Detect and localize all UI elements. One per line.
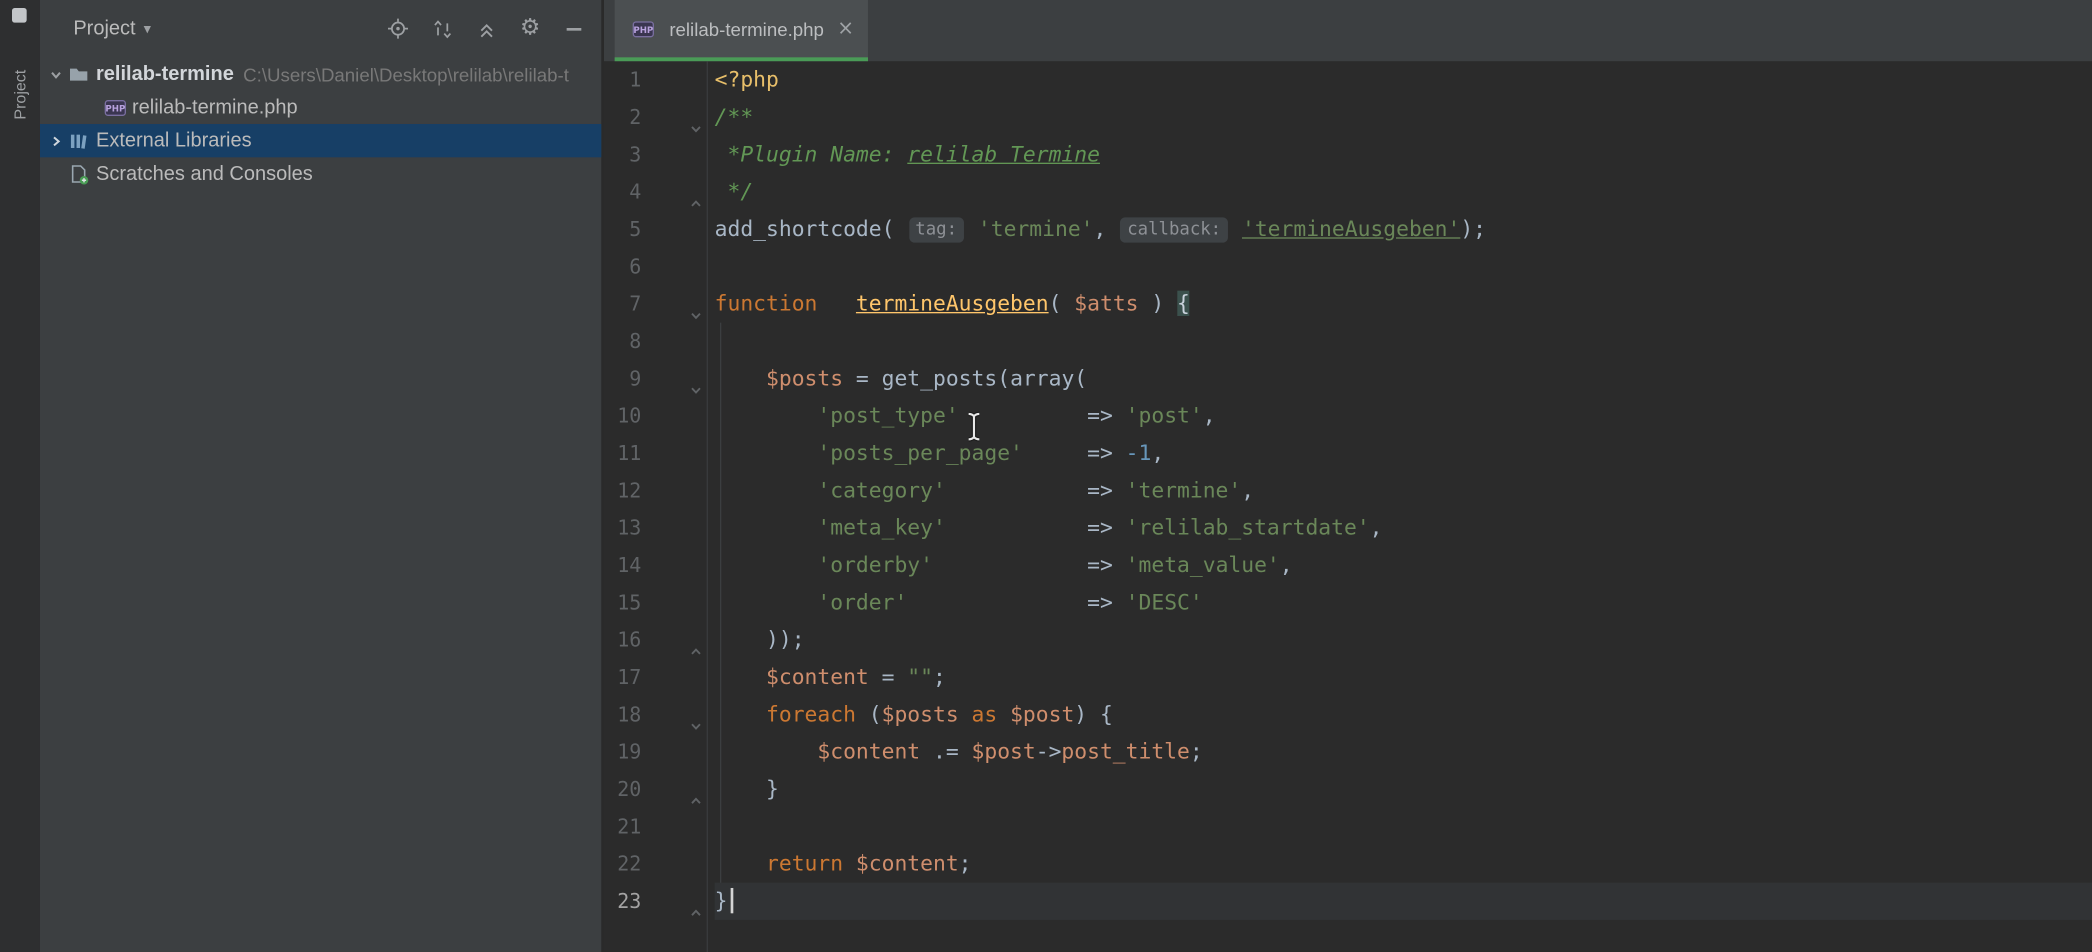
code-line-1: <?php bbox=[715, 61, 2092, 98]
ide-window: Project Project ▾ ⚙ relilab-termine C:\Us… bbox=[0, 0, 2092, 952]
app-icon bbox=[12, 8, 27, 23]
tree-item-file-relilab-termine-php[interactable]: PHP relilab-termine.php bbox=[40, 91, 603, 124]
line-number[interactable]: 19 bbox=[604, 733, 707, 770]
code-line-9: $posts = get_posts(array( bbox=[715, 360, 2092, 397]
code-editor[interactable]: 1234567891011121314151617181920212223 <?… bbox=[604, 61, 2092, 952]
code-line-11: 'posts_per_page' => -1, bbox=[715, 435, 2092, 472]
tab-label: relilab-termine.php bbox=[669, 18, 824, 39]
scratch-icon bbox=[67, 163, 91, 184]
tab-relilab-termine-php[interactable]: PHP relilab-termine.php × bbox=[615, 0, 868, 61]
line-number[interactable]: 13 bbox=[604, 509, 707, 546]
code-line-20: } bbox=[715, 771, 2092, 808]
project-stripe-button[interactable]: Project bbox=[11, 70, 30, 120]
code-line-16: )); bbox=[715, 621, 2092, 658]
chevron-down-icon[interactable] bbox=[45, 66, 66, 82]
line-number[interactable]: 10 bbox=[604, 397, 707, 434]
project-tree: relilab-termine C:\Users\Daniel\Desktop\r… bbox=[40, 57, 603, 190]
line-number[interactable]: 5 bbox=[604, 211, 707, 248]
project-panel-title[interactable]: Project bbox=[73, 17, 135, 40]
line-number[interactable]: 9 bbox=[604, 360, 707, 397]
code-line-3: *Plugin Name: relilab Termine bbox=[715, 136, 2092, 173]
line-number[interactable]: 22 bbox=[604, 845, 707, 882]
tree-item-label: relilab-termine bbox=[96, 63, 234, 86]
fold-up-icon[interactable] bbox=[689, 895, 702, 932]
line-number[interactable]: 16 bbox=[604, 621, 707, 658]
tree-item-label: Scratches and Consoles bbox=[96, 163, 313, 186]
code-line-17: $content = ""; bbox=[715, 659, 2092, 696]
php-file-icon: PHP bbox=[103, 97, 127, 118]
code-line-10: 'post_type' => 'post', bbox=[715, 397, 2092, 434]
line-number[interactable]: 7 bbox=[604, 285, 707, 322]
editor-caret bbox=[730, 888, 733, 913]
code-line-6 bbox=[715, 248, 2092, 285]
line-number[interactable]: 8 bbox=[604, 323, 707, 360]
parameter-hint: tag: bbox=[909, 217, 964, 242]
editor-area: PHP relilab-termine.php × 12345678910111… bbox=[604, 0, 2092, 952]
line-number[interactable]: 12 bbox=[604, 472, 707, 509]
chevron-down-icon[interactable]: ▾ bbox=[144, 20, 151, 37]
locate-opened-file-icon[interactable] bbox=[387, 17, 410, 40]
folder-icon bbox=[67, 63, 91, 84]
code-line-13: 'meta_key' => 'relilab_startdate', bbox=[715, 509, 2092, 546]
line-number[interactable]: 1 bbox=[604, 61, 707, 98]
line-number[interactable]: 3 bbox=[604, 136, 707, 173]
code-line-15: 'order' => 'DESC' bbox=[715, 584, 2092, 621]
collapse-all-icon[interactable] bbox=[475, 17, 498, 40]
php-file-icon: PHP bbox=[631, 18, 655, 39]
line-number[interactable]: 15 bbox=[604, 584, 707, 621]
line-number[interactable]: 4 bbox=[604, 173, 707, 210]
close-icon[interactable]: × bbox=[837, 19, 854, 39]
svg-text:PHP: PHP bbox=[633, 25, 653, 35]
code-line-7: function termineAusgeben( $atts ) { bbox=[715, 285, 2092, 322]
expand-collapse-icon[interactable] bbox=[431, 17, 454, 40]
parameter-hint: callback: bbox=[1121, 217, 1228, 242]
code-line-19: $content .= $post->post_title; bbox=[715, 733, 2092, 770]
line-number[interactable]: 20 bbox=[604, 771, 707, 808]
line-number[interactable]: 17 bbox=[604, 659, 707, 696]
library-icon bbox=[67, 130, 91, 151]
code-line-18: foreach ($posts as $post) { bbox=[715, 696, 2092, 733]
code-line-4: */ bbox=[715, 173, 2092, 210]
chevron-right-icon[interactable] bbox=[45, 133, 66, 149]
code-line-21 bbox=[715, 808, 2092, 845]
code-content[interactable]: <?php/** *Plugin Name: relilab Termine *… bbox=[715, 61, 2092, 920]
line-number[interactable]: 18 bbox=[604, 696, 707, 733]
code-line-8 bbox=[715, 323, 2092, 360]
code-line-12: 'category' => 'termine', bbox=[715, 472, 2092, 509]
code-line-5: add_shortcode( tag: 'termine', callback:… bbox=[715, 211, 2092, 248]
code-line-23: } bbox=[715, 883, 2092, 920]
svg-text:PHP: PHP bbox=[105, 104, 125, 114]
tree-item-root-folder[interactable]: relilab-termine C:\Users\Daniel\Desktop\r… bbox=[40, 57, 603, 90]
tree-item-label: relilab-termine.php bbox=[132, 96, 298, 119]
line-number[interactable]: 6 bbox=[604, 248, 707, 285]
hide-panel-icon[interactable] bbox=[563, 17, 586, 40]
settings-icon[interactable]: ⚙ bbox=[519, 17, 542, 40]
editor-gutter[interactable]: 1234567891011121314151617181920212223 bbox=[604, 61, 708, 952]
code-line-2: /** bbox=[715, 99, 2092, 136]
line-number[interactable]: 23 bbox=[604, 883, 707, 920]
line-number[interactable]: 2 bbox=[604, 99, 707, 136]
line-number[interactable]: 11 bbox=[604, 435, 707, 472]
project-path: C:\Users\Daniel\Desktop\relilab\relilab-… bbox=[243, 63, 569, 84]
editor-tab-bar: PHP relilab-termine.php × bbox=[604, 0, 2092, 61]
line-number[interactable]: 21 bbox=[604, 808, 707, 845]
left-toolwindow-stripe: Project bbox=[0, 0, 40, 952]
project-panel: Project ▾ ⚙ relilab-termine C:\Users\Dani… bbox=[40, 0, 603, 952]
project-panel-header: Project ▾ ⚙ bbox=[40, 0, 601, 57]
tree-item-scratches-and-consoles[interactable]: Scratches and Consoles bbox=[40, 157, 603, 190]
scaled-canvas: Project Project ▾ ⚙ relilab-termine C:\Us… bbox=[0, 0, 2092, 952]
code-line-22: return $content; bbox=[715, 845, 2092, 882]
code-line-14: 'orderby' => 'meta_value', bbox=[715, 547, 2092, 584]
tree-item-label: External Libraries bbox=[96, 129, 252, 152]
line-number[interactable]: 14 bbox=[604, 547, 707, 584]
tree-item-external-libraries[interactable]: External Libraries bbox=[40, 124, 603, 157]
